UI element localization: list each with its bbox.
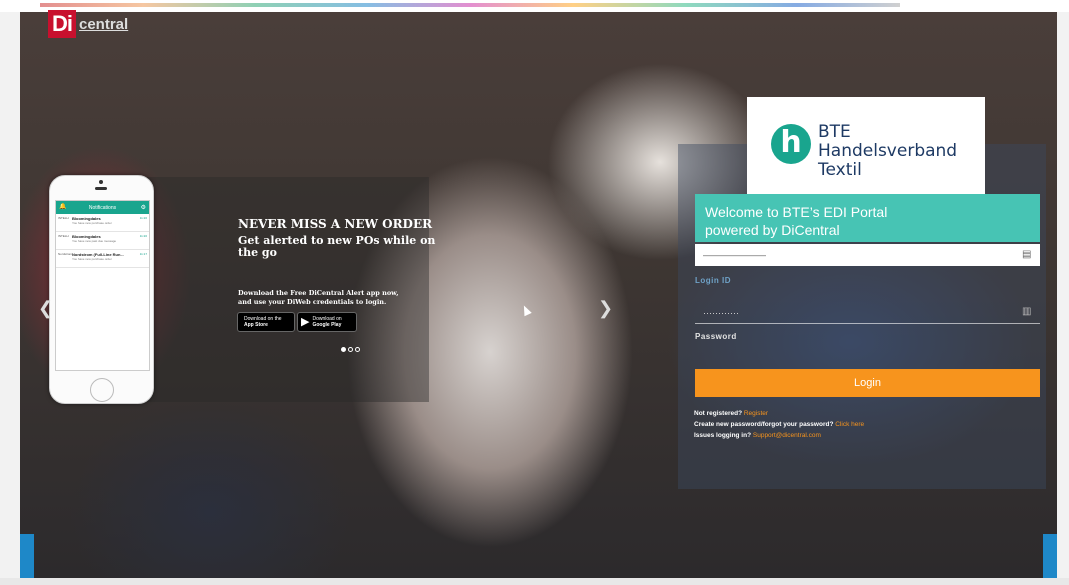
left-accent-bar	[20, 534, 34, 578]
app-store-line2: App Store	[244, 322, 268, 328]
password-label: Password	[695, 332, 737, 341]
notif-text: Nordstrom (Full-Line Run... You have new …	[72, 252, 140, 265]
phone-speaker	[95, 187, 107, 190]
right-accent-bar	[1043, 534, 1057, 578]
welcome-banner: Welcome to BTE’s EDI Portal powered by D…	[695, 194, 1040, 242]
register-link[interactable]: Register	[744, 410, 768, 417]
notif-text: Bloomingdales You have new purchase order	[72, 216, 140, 229]
carousel-dot-1[interactable]	[341, 347, 346, 352]
carousel-dot-3[interactable]	[355, 347, 360, 352]
notif-tag: Nordstrom	[58, 252, 73, 256]
phone-home-button	[90, 378, 114, 402]
phone-screen: 🔔 Notifications ⚙ INTELLI Bloomingdales Y…	[55, 200, 150, 371]
login-id-label: Login ID	[695, 276, 731, 285]
carousel-headline: NEVER MISS A NEW ORDER	[238, 217, 433, 231]
google-play-line2: Google Play	[312, 322, 342, 328]
forgot-text: Create new password/forgot your password…	[694, 421, 834, 428]
app-store-label: Download on the App Store	[244, 316, 282, 328]
browser-top-strip	[0, 0, 1069, 12]
login-button[interactable]: Login	[695, 369, 1040, 397]
welcome-line1: Welcome to BTE’s EDI Portal	[705, 204, 888, 220]
notif-text: Bloomingdales You have new past due messa…	[72, 234, 140, 247]
list-item: INTELLI Bloomingdales You have new purcha…	[56, 214, 149, 232]
notif-tag: INTELLI	[58, 216, 70, 220]
notif-tag: INTELLI	[58, 234, 70, 238]
bell-icon: 🔔	[59, 204, 67, 210]
notif-sub: You have new purchase order	[72, 257, 112, 261]
dicentral-logo[interactable]: Di central	[48, 8, 128, 40]
bte-logo-text: BTE Handelsverband Textil	[818, 123, 957, 180]
notif-time: 11:20	[139, 216, 147, 220]
carousel-download-text: Download the Free DiCentral Alert app no…	[238, 289, 399, 306]
notif-sub: You have new purchase order	[72, 221, 112, 225]
logo-di: Di	[48, 10, 76, 38]
phone-title: Notifications	[88, 204, 117, 211]
chevron-right-icon[interactable]: ❯	[598, 298, 613, 319]
bte-line1: BTE	[818, 122, 851, 142]
carousel-dots	[341, 347, 360, 352]
id-card-icon: ▤	[1022, 249, 1032, 260]
list-item: Nordstrom Nordstrom (Full-Line Run... You…	[56, 250, 149, 268]
bte-logo-mark: h	[771, 124, 811, 164]
login-id-input[interactable]	[695, 244, 1040, 266]
click-here-link[interactable]: Click here	[835, 421, 864, 428]
google-play-button[interactable]: ▶ Download on Google Play	[297, 312, 357, 332]
phone-app-bar: 🔔 Notifications ⚙	[56, 201, 149, 214]
welcome-line2: powered by DiCentral	[705, 222, 840, 238]
bookmark-strip	[40, 3, 900, 7]
footer-bar	[0, 578, 1069, 585]
app-store-button[interactable]: Download on the App Store	[237, 312, 295, 332]
lock-icon: ▥	[1022, 306, 1032, 317]
carousel-subhead: Get alerted to new POs while on the go	[238, 234, 436, 259]
forgot-password-line: Create new password/forgot your password…	[694, 421, 864, 428]
support-email-link[interactable]: Support@dicentral.com	[753, 432, 821, 439]
list-item: INTELLI Bloomingdales You have new past d…	[56, 232, 149, 250]
not-registered-text: Not registered?	[694, 410, 743, 417]
support-line: Issues logging in? Support@dicentral.com	[694, 432, 821, 439]
gear-icon: ⚙	[140, 205, 146, 211]
phone-camera	[99, 180, 103, 184]
bte-line2: Handelsverband	[818, 141, 958, 161]
carousel-dot-2[interactable]	[348, 347, 353, 352]
google-play-label: Download on Google Play	[312, 316, 341, 328]
password-input[interactable]	[695, 302, 1040, 324]
notif-sub: You have new past due message	[72, 239, 117, 243]
register-line: Not registered? Register	[694, 410, 768, 417]
play-icon: ▶	[301, 316, 310, 328]
notif-time: 11:17	[139, 252, 147, 256]
notif-time: 11:20	[139, 234, 147, 238]
phone-mockup: 🔔 Notifications ⚙ INTELLI Bloomingdales Y…	[49, 175, 154, 404]
logo-central: central	[79, 15, 129, 33]
issues-text: Issues logging in?	[694, 432, 752, 439]
bte-line3: Textil	[818, 160, 862, 180]
chevron-left-icon[interactable]: ❮	[38, 298, 53, 319]
